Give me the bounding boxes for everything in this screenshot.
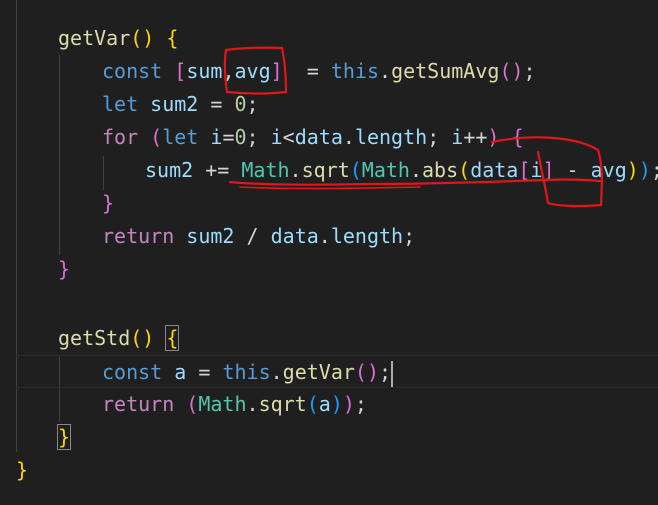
- indent-guide-for: [103, 156, 104, 190]
- variable: data: [470, 158, 519, 182]
- code-line-let-sum2[interactable]: let sum2 = 0;: [102, 88, 259, 121]
- code-line-getstd-signature[interactable]: getStd() {: [58, 322, 180, 355]
- code-line-return-var[interactable]: return sum2 / data.length;: [102, 220, 415, 253]
- keyword: return: [102, 224, 175, 248]
- variable: a: [174, 360, 187, 384]
- keyword: for: [102, 125, 139, 149]
- code-line-getstd-close[interactable]: }: [56, 421, 72, 454]
- code-editor[interactable]: getVar() { const [sum,avg] = this.getSum…: [0, 0, 658, 505]
- code-line-const-a-current[interactable]: const a = this.getVar();: [16, 355, 658, 388]
- text-cursor: [391, 360, 394, 387]
- function-call: sqrt: [258, 392, 307, 416]
- keyword: const: [102, 360, 163, 384]
- variable: data: [270, 224, 319, 248]
- variable: sum2: [150, 92, 199, 116]
- keyword: const: [102, 59, 163, 83]
- code-line-return-std[interactable]: return (Math.sqrt(a));: [102, 388, 367, 421]
- code-line-class-close[interactable]: }: [16, 454, 28, 487]
- property: length: [354, 125, 428, 149]
- function-call: getSumAvg: [391, 59, 500, 83]
- variable: i: [210, 125, 223, 149]
- method-name: getVar: [58, 26, 131, 50]
- variable: avg: [234, 59, 271, 83]
- keyword: this: [222, 360, 271, 384]
- variable: data: [294, 125, 343, 149]
- method-name: getStd: [58, 326, 131, 350]
- indent-guide-getvar: [59, 55, 60, 255]
- keyword: let: [102, 92, 139, 116]
- code-line-getvar-close[interactable]: }: [58, 253, 70, 286]
- variable: sum2: [186, 224, 235, 248]
- variable: sum2: [145, 158, 194, 182]
- variable: sum: [186, 59, 223, 83]
- keyword: this: [330, 59, 380, 83]
- function-call: sqrt: [301, 158, 350, 182]
- function-call: getVar: [282, 360, 355, 384]
- class-name: Math: [361, 158, 410, 182]
- number-literal: 0: [234, 125, 247, 149]
- code-line-getvar-signature[interactable]: getVar() {: [58, 22, 178, 55]
- variable: avg: [590, 158, 627, 182]
- function-call: abs: [422, 158, 459, 182]
- number-literal: 0: [234, 92, 247, 116]
- class-name: Math: [198, 392, 247, 416]
- code-line-for-close[interactable]: }: [102, 187, 114, 220]
- keyword: let: [162, 125, 199, 149]
- code-line-destructure[interactable]: const [sum,avg] = this.getSumAvg();: [102, 55, 536, 88]
- variable: i: [530, 158, 543, 182]
- code-line-sum2-accumulate[interactable]: sum2 += Math.sqrt(Math.abs(data[i] - avg…: [145, 154, 658, 187]
- property: length: [330, 224, 404, 248]
- underline-tail: [239, 186, 421, 190]
- class-name: Math: [241, 158, 290, 182]
- variable: i: [451, 125, 464, 149]
- variable: a: [318, 392, 331, 416]
- code-line-for-loop[interactable]: for (let i=0; i<data.length; i++) {: [102, 121, 524, 154]
- keyword: return: [102, 392, 175, 416]
- variable: i: [270, 125, 283, 149]
